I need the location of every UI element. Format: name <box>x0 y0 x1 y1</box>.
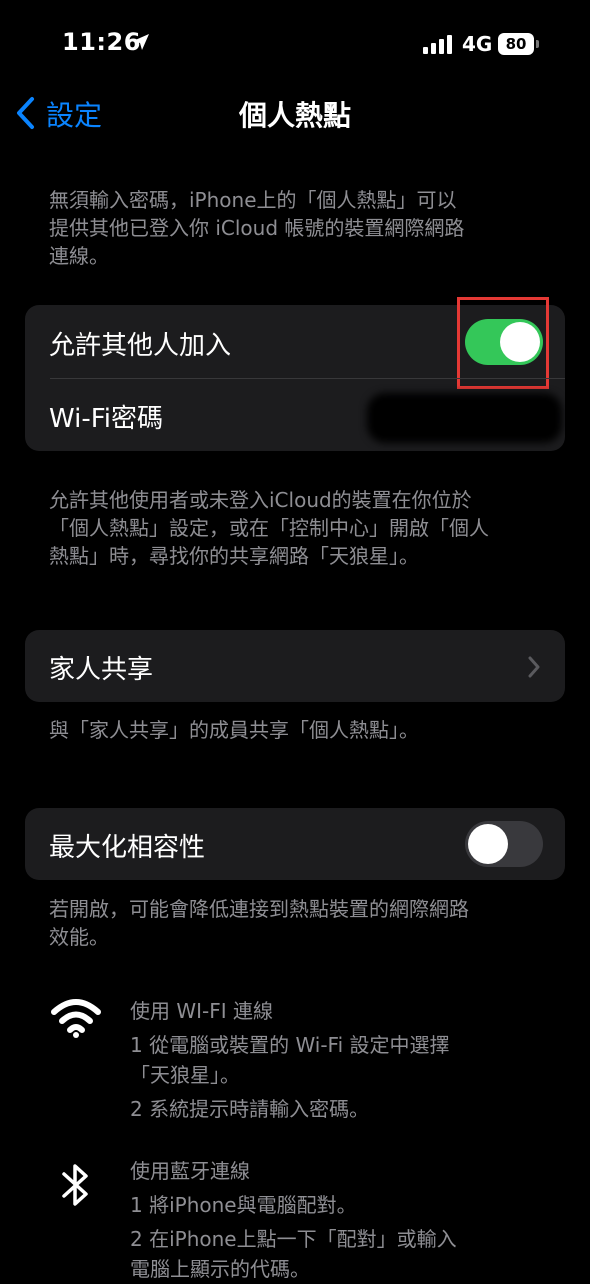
bt-help-step2: 2 在iPhone上點一下「配對」或輸入 <box>130 1227 457 1251</box>
wifi-help-step1: 1 從電腦或裝置的 Wi-Fi 設定中選擇 <box>130 1033 450 1057</box>
network-type: 4G <box>462 32 493 56</box>
toggle-knob <box>468 824 508 864</box>
family-sharing-label[interactable]: 家人共享 <box>49 649 153 686</box>
bt-help-title: 使用藍牙連線 <box>130 1159 250 1183</box>
allow-desc-line: 「個人熱點」設定，或在「控制中心」開啟「個人 <box>49 516 489 540</box>
max-desc-line: 若開啟，可能會降低連接到熱點裝置的網際網路 <box>49 897 469 921</box>
intro-line: 提供其他已登入你 iCloud 帳號的裝置網際網路 <box>49 216 465 240</box>
page-title: 個人熱點 <box>238 99 351 132</box>
location-arrow-icon <box>133 34 149 50</box>
battery-icon: 80 <box>498 33 534 55</box>
wifi-help-step2: 2 系統提示時請輸入密碼。 <box>130 1097 370 1121</box>
wifi-help-title: 使用 WI-FI 連線 <box>130 999 274 1023</box>
allow-description: 允許其他使用者或未登入iCloud的裝置在你位於 「個人熱點」設定，或在「控制中… <box>49 486 559 570</box>
intro-line: 無須輸入密碼，iPhone上的「個人熱點」可以 <box>49 188 457 212</box>
max-compat-description: 若開啟，可能會降低連接到熱點裝置的網際網路 效能。 <box>49 895 559 951</box>
highlight-box <box>457 297 549 389</box>
signal-bars-icon <box>423 35 452 54</box>
wifi-icon <box>51 999 101 1038</box>
bt-help-step1: 1 將iPhone與電腦配對。 <box>130 1193 357 1217</box>
bluetooth-help: 使用藍牙連線 1 將iPhone與電腦配對。 2 在iPhone上點一下「配對」… <box>130 1156 560 1284</box>
redacted-password <box>367 393 562 443</box>
max-compat-label: 最大化相容性 <box>49 833 206 863</box>
allow-desc-line: 允許其他使用者或未登入iCloud的裝置在你位於 <box>49 488 472 512</box>
bt-help-step2-cont: 電腦上顯示的代碼。 <box>130 1257 310 1281</box>
status-time: 11:26 <box>62 28 141 56</box>
wifi-help: 使用 WI-FI 連線 1 從電腦或裝置的 Wi-Fi 設定中選擇 「天狼星」。… <box>130 996 560 1124</box>
chevron-right-icon[interactable] <box>527 656 541 678</box>
row-divider <box>50 378 565 379</box>
family-description: 與「家人共享」的成員共享「個人熱點」。 <box>49 718 419 742</box>
max-compat-toggle[interactable] <box>465 821 543 867</box>
wifi-help-step1-cont: 「天狼星」。 <box>130 1063 240 1087</box>
battery-nub <box>536 40 539 48</box>
allow-desc-line: 熱點」時，尋找你的共享網路「天狼星」。 <box>49 544 419 568</box>
intro-description: 無須輸入密碼，iPhone上的「個人熱點」可以 提供其他已登入你 iCloud … <box>49 186 549 270</box>
bluetooth-icon <box>62 1164 88 1206</box>
max-desc-line: 效能。 <box>49 925 109 949</box>
allow-others-label: 允許其他人加入 <box>49 331 232 361</box>
wifi-password-label[interactable]: Wi-Fi密碼 <box>49 398 163 435</box>
intro-line: 連線。 <box>49 244 109 268</box>
